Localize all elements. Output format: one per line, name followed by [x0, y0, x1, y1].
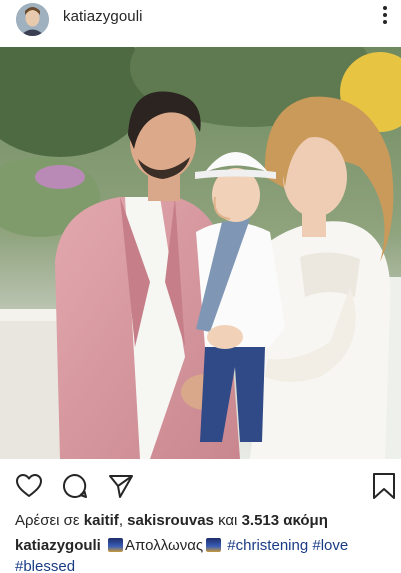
likes-separator: , [118, 512, 123, 529]
caption-location: Απολλωνας [125, 537, 204, 554]
hashtag[interactable]: #blessed [15, 558, 75, 573]
likes-count[interactable]: 3.513 ακόμη [242, 512, 328, 529]
comment-icon[interactable] [61, 472, 89, 500]
night-cityscape-emoji [108, 538, 124, 552]
avatar[interactable] [16, 3, 49, 36]
caption-username[interactable]: katiazygouli [15, 537, 101, 554]
bookmark-icon[interactable] [370, 472, 398, 500]
post-header: katiazygouli [0, 0, 401, 47]
send-icon[interactable] [107, 472, 135, 500]
hashtag[interactable]: #christening [227, 537, 308, 554]
more-vertical-icon[interactable] [381, 6, 389, 26]
heart-icon[interactable] [15, 472, 43, 500]
likes-line: Αρέσει σε kaitif, sakisrouvas και 3.513 … [15, 512, 328, 529]
hashtag[interactable]: #love [312, 537, 348, 554]
liker-username[interactable]: sakisrouvas [127, 512, 214, 529]
likes-prefix: Αρέσει σε [15, 512, 80, 529]
liker-username[interactable]: kaitif [84, 512, 119, 529]
night-cityscape-emoji [206, 538, 222, 552]
likes-connector: και [218, 512, 238, 529]
caption: katiazygouli Απολλωνας #christening #lov… [15, 535, 390, 573]
post-username[interactable]: katiazygouli [63, 8, 143, 25]
action-bar [0, 459, 401, 509]
post-photo[interactable] [0, 47, 401, 459]
